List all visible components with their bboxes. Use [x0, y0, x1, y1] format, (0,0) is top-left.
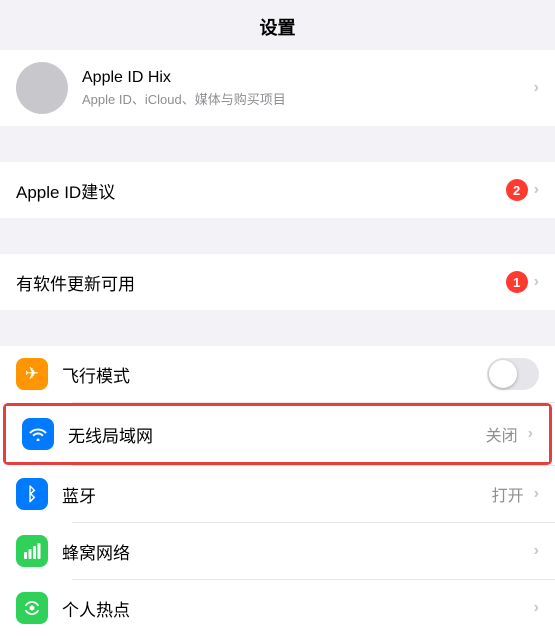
hotspot-text: 个人热点 [62, 596, 534, 621]
cellular-right: › [534, 542, 539, 560]
settings-section: ✈ 飞行模式 无线局域网 关闭 › [0, 346, 555, 636]
wifi-text: 无线局域网 [68, 422, 486, 447]
apple-id-suggestions-row[interactable]: Apple ID建议 2 › [0, 162, 555, 218]
bluetooth-text: 蓝牙 [62, 482, 492, 507]
bluetooth-title: 蓝牙 [62, 482, 492, 507]
avatar [16, 62, 68, 114]
hotspot-icon [16, 592, 48, 624]
cellular-row[interactable]: 蜂窝网络 › [0, 523, 555, 579]
profile-subtitle: Apple ID、iCloud、媒体与购买项目 [82, 89, 534, 108]
hotspot-title: 个人热点 [62, 596, 534, 621]
badge-2: 2 [506, 179, 528, 201]
bluetooth-right: 打开 › [492, 482, 539, 506]
apple-id-suggestions-right: 2 › [506, 179, 539, 201]
chevron-icon: › [534, 599, 539, 617]
separator-2 [0, 218, 555, 254]
cellular-icon [16, 535, 48, 567]
wifi-right: 关闭 › [486, 422, 533, 446]
separator-3 [0, 310, 555, 346]
software-update-right: 1 › [506, 271, 539, 293]
profile-chevron: › [534, 79, 539, 97]
badge-1: 1 [506, 271, 528, 293]
profile-text: Apple ID Hix Apple ID、iCloud、媒体与购买项目 [82, 69, 534, 108]
bluetooth-row[interactable]: ᛒ 蓝牙 打开 › [0, 466, 555, 522]
apple-id-suggestions-text: Apple ID建议 [16, 178, 506, 203]
airplane-icon: ✈ [16, 358, 48, 390]
page-title: 设置 [0, 0, 555, 50]
airplane-mode-row[interactable]: ✈ 飞行模式 [0, 346, 555, 402]
separator-1 [0, 126, 555, 162]
hotspot-right: › [534, 599, 539, 617]
chevron-icon: › [534, 273, 539, 291]
hotspot-row[interactable]: 个人热点 › [0, 580, 555, 636]
wifi-icon [22, 418, 54, 450]
chevron-icon: › [528, 425, 533, 443]
software-update-row[interactable]: 有软件更新可用 1 › [0, 254, 555, 310]
chevron-icon: › [534, 485, 539, 503]
airplane-toggle[interactable] [487, 358, 539, 390]
wifi-title: 无线局域网 [68, 422, 486, 447]
apple-id-suggestions-title: Apple ID建议 [16, 178, 506, 203]
cellular-text: 蜂窝网络 [62, 539, 534, 564]
airplane-mode-title: 飞行模式 [62, 362, 487, 387]
airplane-mode-text: 飞行模式 [62, 362, 487, 387]
profile-row[interactable]: Apple ID Hix Apple ID、iCloud、媒体与购买项目 › [0, 50, 555, 126]
bluetooth-icon: ᛒ [16, 478, 48, 510]
chevron-icon: › [534, 79, 539, 97]
chevron-icon: › [534, 542, 539, 560]
bluetooth-value: 打开 [492, 482, 524, 506]
cellular-title: 蜂窝网络 [62, 539, 534, 564]
software-update-title: 有软件更新可用 [16, 270, 506, 295]
software-update-text: 有软件更新可用 [16, 270, 506, 295]
profile-title: Apple ID Hix [82, 69, 534, 87]
toggle-thumb [489, 360, 517, 388]
wifi-row[interactable]: 无线局域网 关闭 › [6, 406, 549, 462]
wifi-highlight-box: 无线局域网 关闭 › [3, 403, 552, 465]
wifi-value: 关闭 [486, 422, 518, 446]
chevron-icon: › [534, 181, 539, 199]
